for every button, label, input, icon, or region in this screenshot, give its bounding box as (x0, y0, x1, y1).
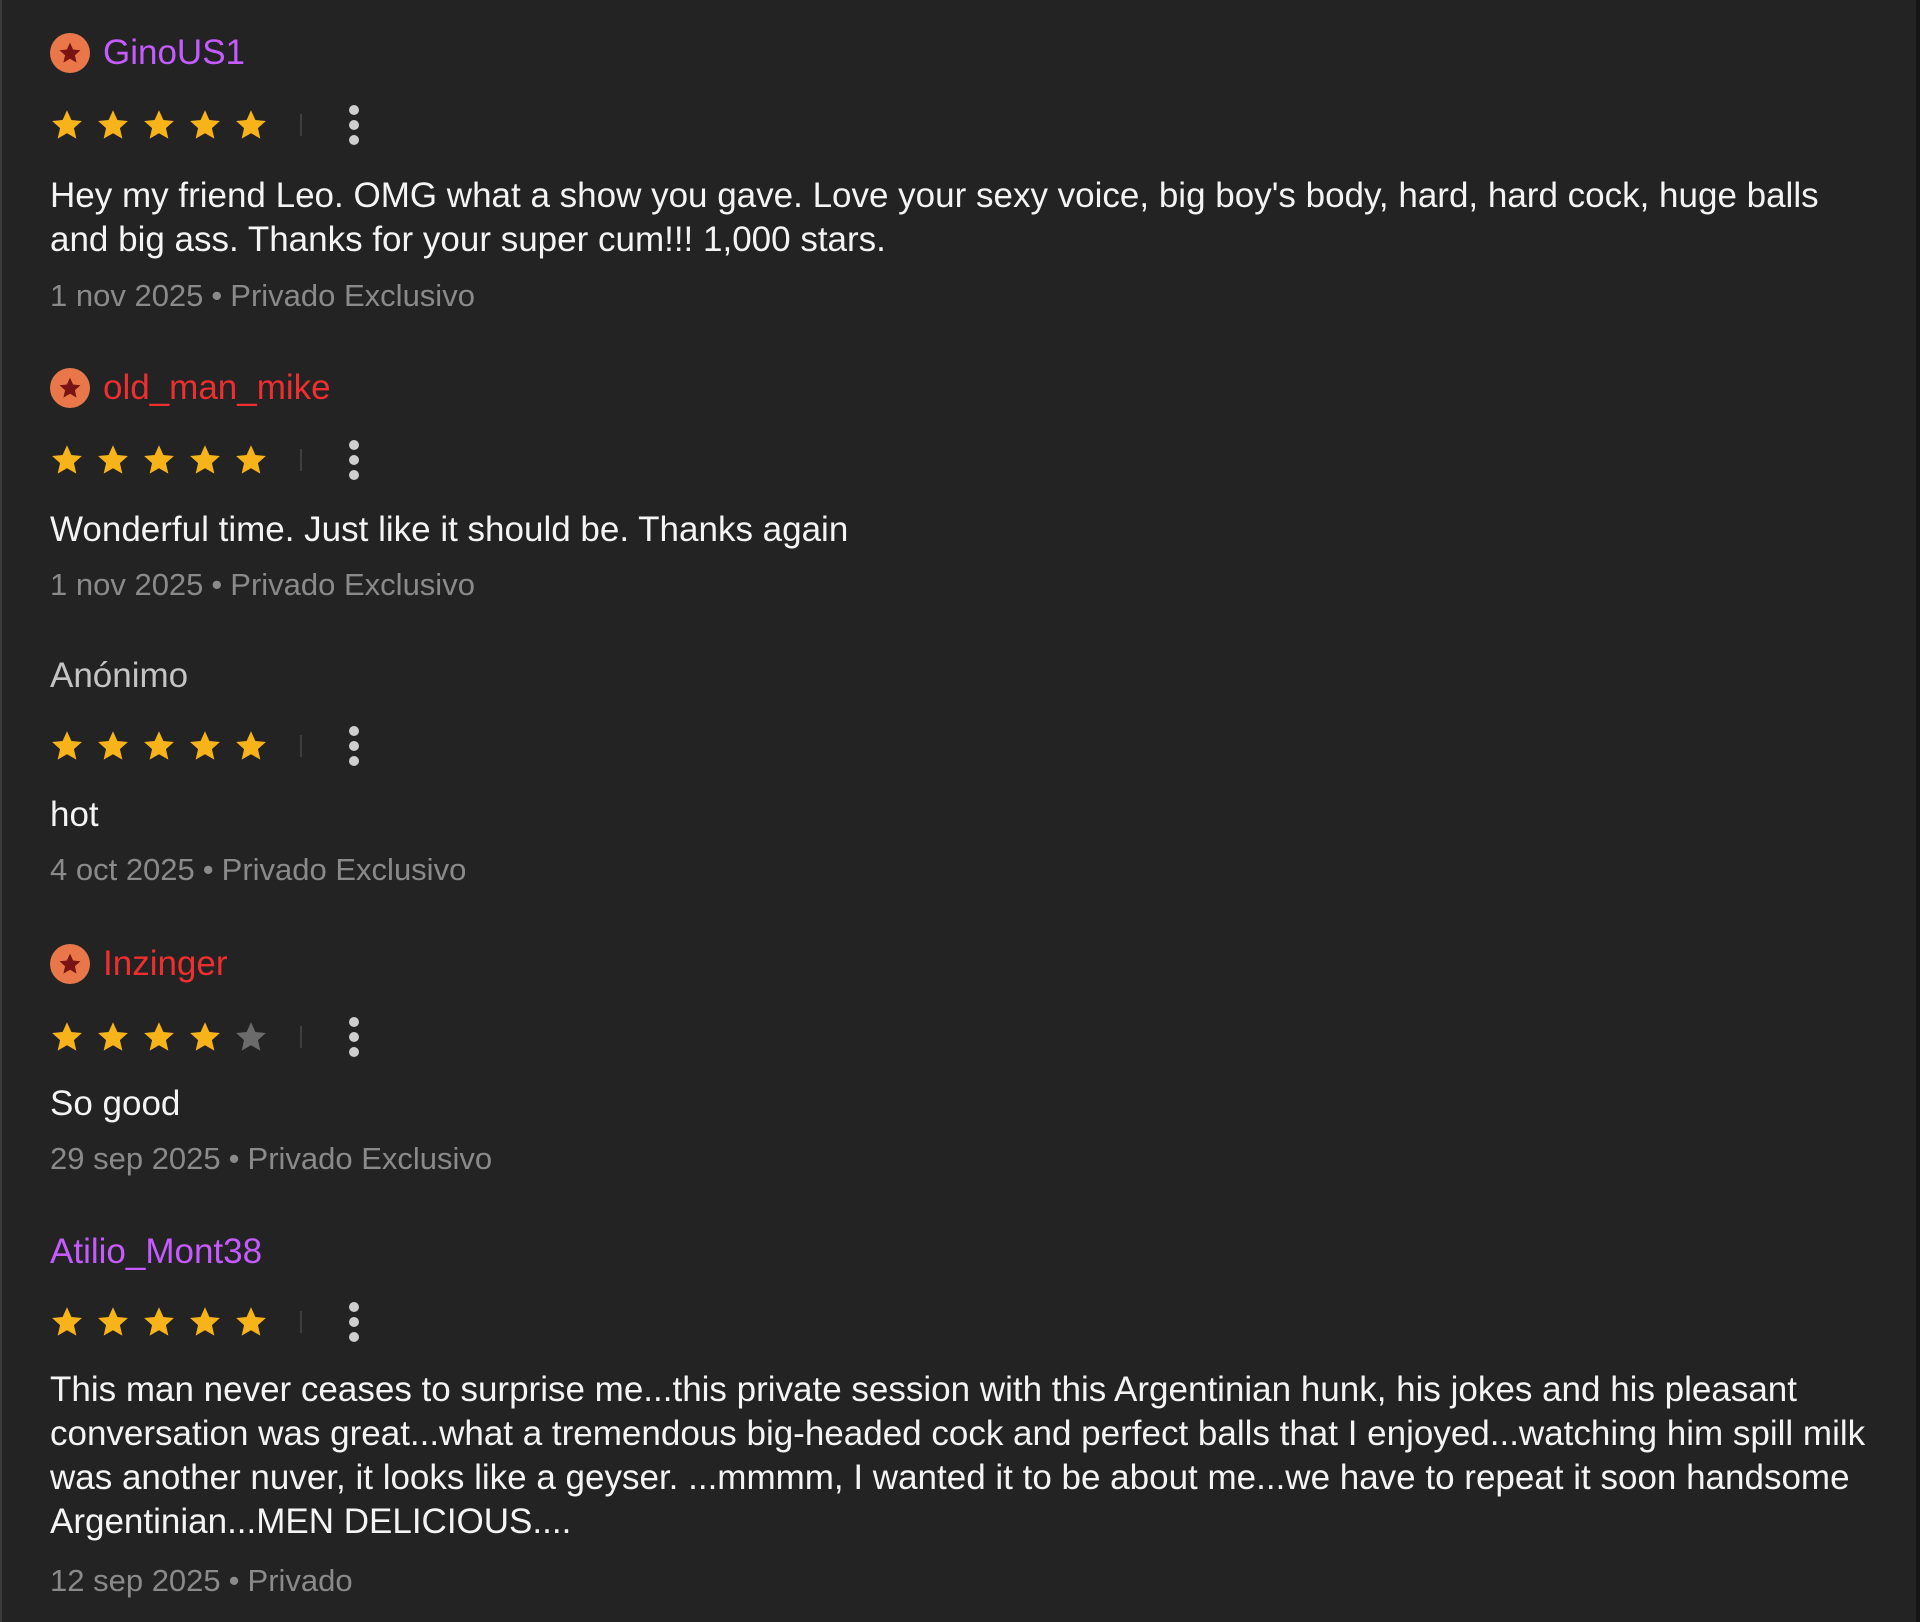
review-meta: 12 sep 2025 • Privado (50, 1561, 353, 1601)
star-icon-filled (142, 1020, 188, 1054)
review-session-type: Privado Exclusivo (230, 278, 475, 313)
star-icon-filled (188, 1020, 234, 1054)
star-icon-filled (234, 443, 280, 477)
star-rating (50, 1020, 280, 1054)
star-icon-filled (50, 443, 96, 477)
review-rating-row (50, 1012, 362, 1062)
meta-separator: • (202, 852, 214, 887)
review-rating-row (50, 721, 362, 771)
review-username[interactable]: Anónimo (50, 651, 188, 701)
review-user-row: Anónimo (50, 651, 1880, 701)
star-badge-icon (50, 368, 90, 408)
review-rating-row (50, 100, 362, 150)
review-item: GinoUS1 Hey my friend Leo. OMG what a sh… (50, 28, 1880, 318)
star-icon-filled (142, 108, 188, 142)
kebab-menu-icon[interactable] (346, 1297, 362, 1347)
review-rating-row (50, 435, 362, 485)
review-username[interactable]: old_man_mike (103, 363, 331, 413)
review-meta: 29 sep 2025 • Privado Exclusivo (50, 1139, 492, 1179)
review-user-row: GinoUS1 (50, 28, 1880, 78)
star-icon-filled (96, 1020, 142, 1054)
kebab-menu-icon[interactable] (346, 1012, 362, 1062)
review-username[interactable]: GinoUS1 (103, 28, 245, 78)
star-icon-filled (96, 1305, 142, 1339)
meta-separator: • (228, 1563, 240, 1598)
review-user-row: old_man_mike (50, 363, 1880, 413)
star-icon-filled (50, 108, 96, 142)
review-session-type: Privado Exclusivo (230, 567, 475, 602)
review-session-type: Privado Exclusivo (221, 852, 467, 887)
review-text: This man never ceases to surprise me...t… (50, 1370, 1866, 1541)
star-rating (50, 443, 280, 477)
star-icon-empty (234, 1020, 280, 1054)
star-badge-icon (50, 33, 90, 73)
review-item: old_man_mike Wonderful time. Just like i… (50, 363, 1880, 608)
review-text: Hey my friend Leo. OMG what a show you g… (50, 176, 1819, 259)
review-date: 1 nov 2025 (50, 567, 204, 602)
review-meta: 1 nov 2025 • Privado Exclusivo (50, 565, 475, 605)
left-border (0, 0, 2, 1622)
review-username[interactable]: Inzinger (103, 939, 228, 989)
star-rating (50, 1305, 280, 1339)
star-icon-filled (188, 443, 234, 477)
kebab-menu-icon[interactable] (346, 100, 362, 150)
review-session-type: Privado (247, 1563, 353, 1598)
review-date: 1 nov 2025 (50, 278, 204, 313)
review-item: Anónimo hot 4 oct 2025 • Privado Exclusivo (50, 651, 1880, 896)
star-icon-filled (96, 729, 142, 763)
rating-divider (300, 735, 302, 757)
star-icon-filled (96, 108, 142, 142)
star-icon-filled (142, 443, 188, 477)
star-badge-icon (50, 944, 90, 984)
star-icon-filled (234, 108, 280, 142)
review-item: Atilio_Mont38 This man never ceases to s… (50, 1227, 1880, 1622)
review-text: hot (50, 795, 99, 834)
meta-separator: • (211, 278, 223, 313)
star-icon-filled (142, 1305, 188, 1339)
meta-separator: • (211, 567, 223, 602)
star-icon-filled (142, 729, 188, 763)
rating-divider (300, 1311, 302, 1333)
kebab-menu-icon[interactable] (346, 435, 362, 485)
review-username[interactable]: Atilio_Mont38 (50, 1227, 262, 1277)
rating-divider (300, 449, 302, 471)
star-icon-filled (188, 108, 234, 142)
kebab-menu-icon[interactable] (346, 721, 362, 771)
star-icon-filled (188, 729, 234, 763)
review-rating-row (50, 1297, 362, 1347)
review-item: Inzinger So good 29 sep 2025 • Privado Exc… (50, 939, 1880, 1184)
rating-divider (300, 1026, 302, 1048)
review-meta: 1 nov 2025 • Privado Exclusivo (50, 276, 475, 316)
star-rating (50, 108, 280, 142)
star-icon-filled (188, 1305, 234, 1339)
star-icon-filled (96, 443, 142, 477)
star-icon-filled (50, 1020, 96, 1054)
star-icon-filled (50, 729, 96, 763)
star-icon-filled (234, 729, 280, 763)
review-date: 4 oct 2025 (50, 852, 195, 887)
star-icon-filled (234, 1305, 280, 1339)
review-meta: 4 oct 2025 • Privado Exclusivo (50, 850, 466, 890)
review-date: 29 sep 2025 (50, 1141, 221, 1176)
review-user-row: Atilio_Mont38 (50, 1227, 1880, 1277)
meta-separator: • (228, 1141, 240, 1176)
rating-divider (300, 114, 302, 136)
right-scroll-edge (1916, 0, 1920, 1622)
review-user-row: Inzinger (50, 939, 1880, 989)
star-rating (50, 729, 280, 763)
review-text: So good (50, 1084, 181, 1123)
star-icon-filled (50, 1305, 96, 1339)
review-session-type: Privado Exclusivo (247, 1141, 493, 1176)
review-date: 12 sep 2025 (50, 1563, 221, 1598)
review-text: Wonderful time. Just like it should be. … (50, 510, 849, 549)
